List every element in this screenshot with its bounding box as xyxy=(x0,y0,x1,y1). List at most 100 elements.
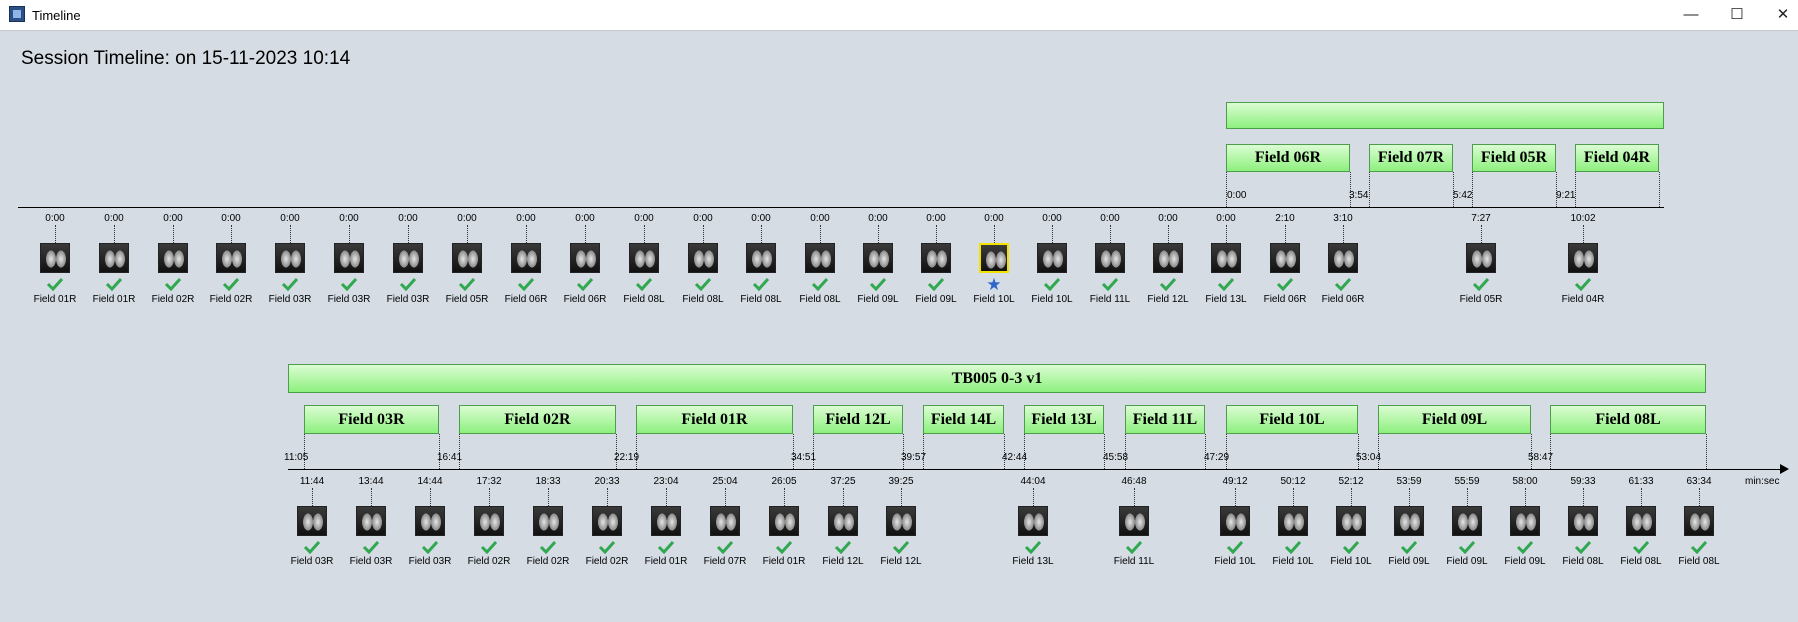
row2-image-tick xyxy=(1409,488,1410,506)
row2-field-bar[interactable]: Field 09L xyxy=(1378,405,1531,434)
row2-check-icon xyxy=(1516,540,1534,554)
row1-field-bar[interactable]: Field 05R xyxy=(1472,144,1556,172)
row1-xray-thumbnail[interactable] xyxy=(979,243,1009,273)
row2-field-bar[interactable]: Field 12L xyxy=(813,405,903,434)
row1-xray-thumbnail[interactable] xyxy=(1270,243,1300,273)
row1-check-icon xyxy=(458,277,476,291)
row1-check-icon xyxy=(1472,277,1490,291)
row2-image-tick xyxy=(1641,488,1642,506)
row1-field-bar[interactable]: Field 06R xyxy=(1226,144,1350,172)
row1-xray-thumbnail[interactable] xyxy=(1466,243,1496,273)
row2-xray-thumbnail[interactable] xyxy=(1278,506,1308,536)
row2-field-bar[interactable]: Field 03R xyxy=(304,405,439,434)
row2-xray-thumbnail[interactable] xyxy=(1220,506,1250,536)
maximize-button[interactable]: ☐ xyxy=(1714,0,1760,30)
row2-image-label: Field 07R xyxy=(703,556,747,567)
row1-field-bar[interactable]: Field 04R xyxy=(1575,144,1659,172)
row2-image-tick xyxy=(1235,488,1236,506)
row2-xray-thumbnail[interactable] xyxy=(474,506,504,536)
row2-xray-thumbnail[interactable] xyxy=(651,506,681,536)
row2-image-label: Field 01R xyxy=(762,556,806,567)
title-bar[interactable]: Timeline — ☐ ✕ xyxy=(0,0,1798,31)
row2-group-bar[interactable]: TB005 0-3 v1 xyxy=(288,364,1706,393)
row1-field-start-time: 5:42 xyxy=(1453,190,1473,201)
row1-xray-thumbnail[interactable] xyxy=(511,243,541,273)
row1-xray-thumbnail[interactable] xyxy=(805,243,835,273)
row1-xray-thumbnail[interactable] xyxy=(1095,243,1125,273)
row1-xray-thumbnail[interactable] xyxy=(1328,243,1358,273)
row1-image-tick xyxy=(173,225,174,243)
row1-xray-thumbnail[interactable] xyxy=(570,243,600,273)
row1-xray-thumbnail[interactable] xyxy=(1153,243,1183,273)
row2-field-bar[interactable]: Field 08L xyxy=(1550,405,1706,434)
row2-xray-thumbnail[interactable] xyxy=(415,506,445,536)
row2-image-label: Field 09L xyxy=(1388,556,1430,567)
row2-xray-thumbnail[interactable] xyxy=(1394,506,1424,536)
row2-xray-thumbnail[interactable] xyxy=(592,506,622,536)
row2-xray-thumbnail[interactable] xyxy=(1684,506,1714,536)
row2-image-time: 37:25 xyxy=(830,476,856,487)
row2-xray-thumbnail[interactable] xyxy=(1510,506,1540,536)
row2-field-end-marker xyxy=(1706,434,1707,469)
row2-field-start-time: 53:04 xyxy=(1356,452,1382,463)
row2-field-bar[interactable]: Field 01R xyxy=(636,405,793,434)
row1-image-label: Field 05R xyxy=(1459,294,1503,305)
row1-xray-thumbnail[interactable] xyxy=(1211,243,1241,273)
row2-xray-thumbnail[interactable] xyxy=(1119,506,1149,536)
row1-xray-thumbnail[interactable] xyxy=(40,243,70,273)
row1-group-bar[interactable] xyxy=(1226,102,1664,129)
row1-image-time: 0:00 xyxy=(457,213,477,224)
row1-xray-thumbnail[interactable] xyxy=(746,243,776,273)
row1-xray-thumbnail[interactable] xyxy=(393,243,423,273)
row2-xray-thumbnail[interactable] xyxy=(710,506,740,536)
row1-xray-thumbnail[interactable] xyxy=(216,243,246,273)
row1-image-tick xyxy=(820,225,821,243)
row1-xray-thumbnail[interactable] xyxy=(275,243,305,273)
row2-field-bar[interactable]: Field 10L xyxy=(1226,405,1358,434)
row1-xray-thumbnail[interactable] xyxy=(334,243,364,273)
row2-xray-thumbnail[interactable] xyxy=(1568,506,1598,536)
row1-image-time: 0:00 xyxy=(575,213,595,224)
close-button[interactable]: ✕ xyxy=(1760,0,1798,30)
row2-field-bar[interactable]: Field 11L xyxy=(1125,405,1205,434)
row2-xray-thumbnail[interactable] xyxy=(1336,506,1366,536)
row2-xray-thumbnail[interactable] xyxy=(886,506,916,536)
row2-xray-thumbnail[interactable] xyxy=(356,506,386,536)
row1-xray-thumbnail[interactable] xyxy=(158,243,188,273)
row2-field-bar[interactable]: Field 02R xyxy=(459,405,616,434)
row1-xray-thumbnail[interactable] xyxy=(1568,243,1598,273)
row1-image-tick xyxy=(349,225,350,243)
row2-image-tick xyxy=(843,488,844,506)
row2-xray-thumbnail[interactable] xyxy=(769,506,799,536)
row2-check-icon xyxy=(421,540,439,554)
row2-image-tick xyxy=(371,488,372,506)
row1-check-icon xyxy=(927,277,945,291)
row2-xray-thumbnail[interactable] xyxy=(828,506,858,536)
row2-image-time: 20:33 xyxy=(594,476,620,487)
row2-field-bar[interactable]: Field 13L xyxy=(1024,405,1104,434)
row1-image-label: Field 06R xyxy=(504,294,548,305)
row1-field-start-marker xyxy=(1369,172,1370,207)
row1-xray-thumbnail[interactable] xyxy=(629,243,659,273)
row2-field-bar[interactable]: Field 14L xyxy=(923,405,1004,434)
minimize-button[interactable]: — xyxy=(1668,0,1714,30)
row2-xray-thumbnail[interactable] xyxy=(1452,506,1482,536)
row2-xray-thumbnail[interactable] xyxy=(1626,506,1656,536)
row2-image-time: 63:34 xyxy=(1686,476,1712,487)
row2-check-icon xyxy=(303,540,321,554)
row1-xray-thumbnail[interactable] xyxy=(99,243,129,273)
row2-image-tick xyxy=(430,488,431,506)
row2-image-label: Field 10L xyxy=(1272,556,1314,567)
row2-image-label: Field 12L xyxy=(880,556,922,567)
row2-field-start-time: 39:57 xyxy=(901,452,927,463)
row1-field-bar[interactable]: Field 07R xyxy=(1369,144,1453,172)
row2-check-icon xyxy=(1342,540,1360,554)
row2-xray-thumbnail[interactable] xyxy=(297,506,327,536)
row2-xray-thumbnail[interactable] xyxy=(1018,506,1048,536)
row1-xray-thumbnail[interactable] xyxy=(1037,243,1067,273)
row1-xray-thumbnail[interactable] xyxy=(452,243,482,273)
row1-xray-thumbnail[interactable] xyxy=(921,243,951,273)
row1-xray-thumbnail[interactable] xyxy=(688,243,718,273)
row1-xray-thumbnail[interactable] xyxy=(863,243,893,273)
row2-xray-thumbnail[interactable] xyxy=(533,506,563,536)
